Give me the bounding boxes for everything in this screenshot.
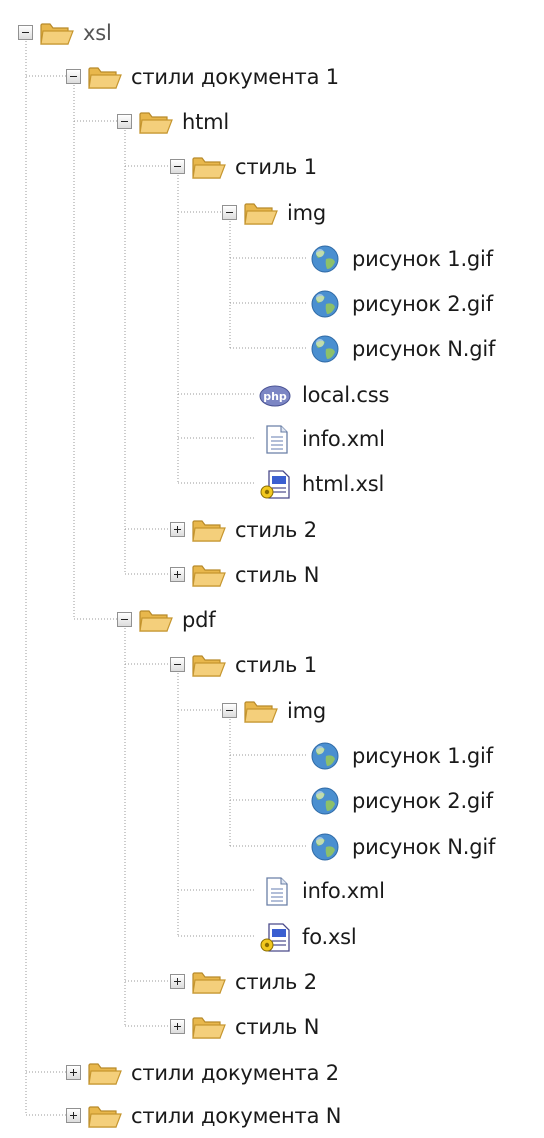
- collapse-icon[interactable]: [18, 25, 33, 40]
- tree-folder-item[interactable]: стили документа 2: [66, 1050, 339, 1095]
- collapse-icon[interactable]: [170, 159, 185, 174]
- tree-item-label: рисунок N.gif: [352, 834, 496, 859]
- tree-item-label: pdf: [182, 607, 216, 632]
- tree-file-item[interactable]: html.xsl: [258, 461, 384, 506]
- collapse-icon[interactable]: [170, 657, 185, 672]
- globe-image-icon: [311, 787, 339, 814]
- folder-open-icon: [88, 66, 122, 89]
- folder-open-icon: [192, 1016, 226, 1039]
- folder-open-icon: [139, 111, 173, 134]
- folder-open-icon: [88, 1062, 122, 1085]
- tree-item-label: html: [182, 109, 230, 134]
- tree-folder-item[interactable]: стиль N: [170, 1004, 319, 1049]
- folder-open-icon: [244, 700, 278, 723]
- expand-icon[interactable]: [66, 1065, 81, 1080]
- tree-item-label: рисунок 1.gif: [352, 246, 493, 271]
- expand-icon[interactable]: [170, 1019, 185, 1034]
- expand-icon[interactable]: [170, 567, 185, 582]
- expand-icon[interactable]: [66, 1108, 81, 1123]
- tree-file-item[interactable]: рисунок 2.gif: [308, 281, 493, 326]
- folder-open-icon: [192, 156, 226, 179]
- expand-icon[interactable]: [170, 974, 185, 989]
- tree-item-label: рисунок 2.gif: [352, 291, 493, 316]
- tree-folder-item[interactable]: стиль N: [170, 552, 319, 597]
- tree-folder-item[interactable]: pdf: [117, 597, 216, 642]
- tree-item-label: fo.xsl: [302, 924, 357, 949]
- tree-file-item[interactable]: рисунок 1.gif: [308, 733, 493, 778]
- tree-item-label: стиль 2: [235, 517, 317, 542]
- xsl-file-icon: [260, 922, 290, 952]
- tree-item-label: стили документа N: [131, 1103, 342, 1128]
- tree-item-label: стиль 1: [235, 154, 317, 179]
- tree-folder-item[interactable]: xsl: [18, 10, 112, 55]
- tree-file-item[interactable]: info.xml: [258, 868, 385, 913]
- tree-file-item[interactable]: рисунок N.gif: [308, 326, 495, 371]
- collapse-icon[interactable]: [117, 114, 132, 129]
- tree-item-label: стиль 2: [235, 969, 317, 994]
- text-file-icon: [266, 876, 288, 906]
- tree-item-label: info.xml: [302, 878, 385, 903]
- collapse-icon[interactable]: [66, 69, 81, 84]
- tree-item-label: xsl: [83, 20, 112, 45]
- folder-open-icon: [192, 564, 226, 587]
- tree-folder-item[interactable]: стиль 1: [170, 642, 317, 687]
- tree-item-label: стили документа 2: [131, 1060, 339, 1085]
- tree-file-item[interactable]: рисунок 2.gif: [308, 778, 493, 823]
- tree-file-item[interactable]: php local.css: [258, 372, 389, 417]
- globe-image-icon: [311, 742, 339, 769]
- folder-open-icon: [88, 1105, 122, 1128]
- collapse-icon[interactable]: [222, 703, 237, 718]
- folder-open-icon: [192, 654, 226, 677]
- collapse-icon[interactable]: [117, 612, 132, 627]
- globe-image-icon: [311, 335, 339, 362]
- text-file-icon: [266, 424, 288, 454]
- globe-image-icon: [311, 833, 339, 860]
- svg-text:php: php: [263, 390, 287, 403]
- folder-open-icon: [139, 609, 173, 632]
- tree-folder-item[interactable]: img: [222, 688, 326, 733]
- tree-folder-item[interactable]: html: [117, 99, 229, 144]
- tree-item-label: рисунок 2.gif: [352, 788, 493, 813]
- xsl-file-icon: [260, 469, 290, 499]
- css-file-icon: php: [259, 385, 291, 406]
- globe-image-icon: [311, 245, 339, 272]
- tree-file-item[interactable]: рисунок N.gif: [308, 824, 495, 869]
- folder-open-icon: [192, 519, 226, 542]
- tree-item-label: стиль N: [235, 1014, 320, 1039]
- folder-open-icon: [192, 971, 226, 994]
- tree-item-label: img: [287, 200, 327, 225]
- expand-icon[interactable]: [170, 522, 185, 537]
- tree-file-item[interactable]: fo.xsl: [258, 914, 357, 959]
- tree-item-label: local.css: [302, 382, 390, 407]
- tree-item-label: html.xsl: [302, 471, 385, 496]
- tree-item-label: стиль 1: [235, 652, 317, 677]
- tree-file-item[interactable]: info.xml: [258, 416, 385, 461]
- tree-file-item[interactable]: рисунок 1.gif: [308, 236, 493, 281]
- folder-open-icon: [40, 22, 74, 45]
- tree-item-label: стиль N: [235, 562, 320, 587]
- tree-folder-item[interactable]: стиль 1: [170, 144, 317, 189]
- tree-item-label: стили документа 1: [131, 64, 339, 89]
- tree-item-label: рисунок N.gif: [352, 336, 496, 361]
- tree-item-label: рисунок 1.gif: [352, 743, 493, 768]
- tree-folder-item[interactable]: стили документа 1: [66, 54, 339, 99]
- file-tree: xsl стили документа 1 html стиль 1 img рисуно…: [0, 0, 544, 1131]
- tree-folder-item[interactable]: стиль 2: [170, 507, 317, 552]
- tree-item-label: info.xml: [302, 426, 385, 451]
- tree-item-label: img: [287, 698, 327, 723]
- folder-open-icon: [244, 202, 278, 225]
- tree-folder-item[interactable]: стиль 2: [170, 959, 317, 1004]
- tree-folder-item[interactable]: стили документа N: [66, 1093, 341, 1138]
- collapse-icon[interactable]: [222, 205, 237, 220]
- tree-folder-item[interactable]: img: [222, 190, 326, 235]
- globe-image-icon: [311, 290, 339, 317]
